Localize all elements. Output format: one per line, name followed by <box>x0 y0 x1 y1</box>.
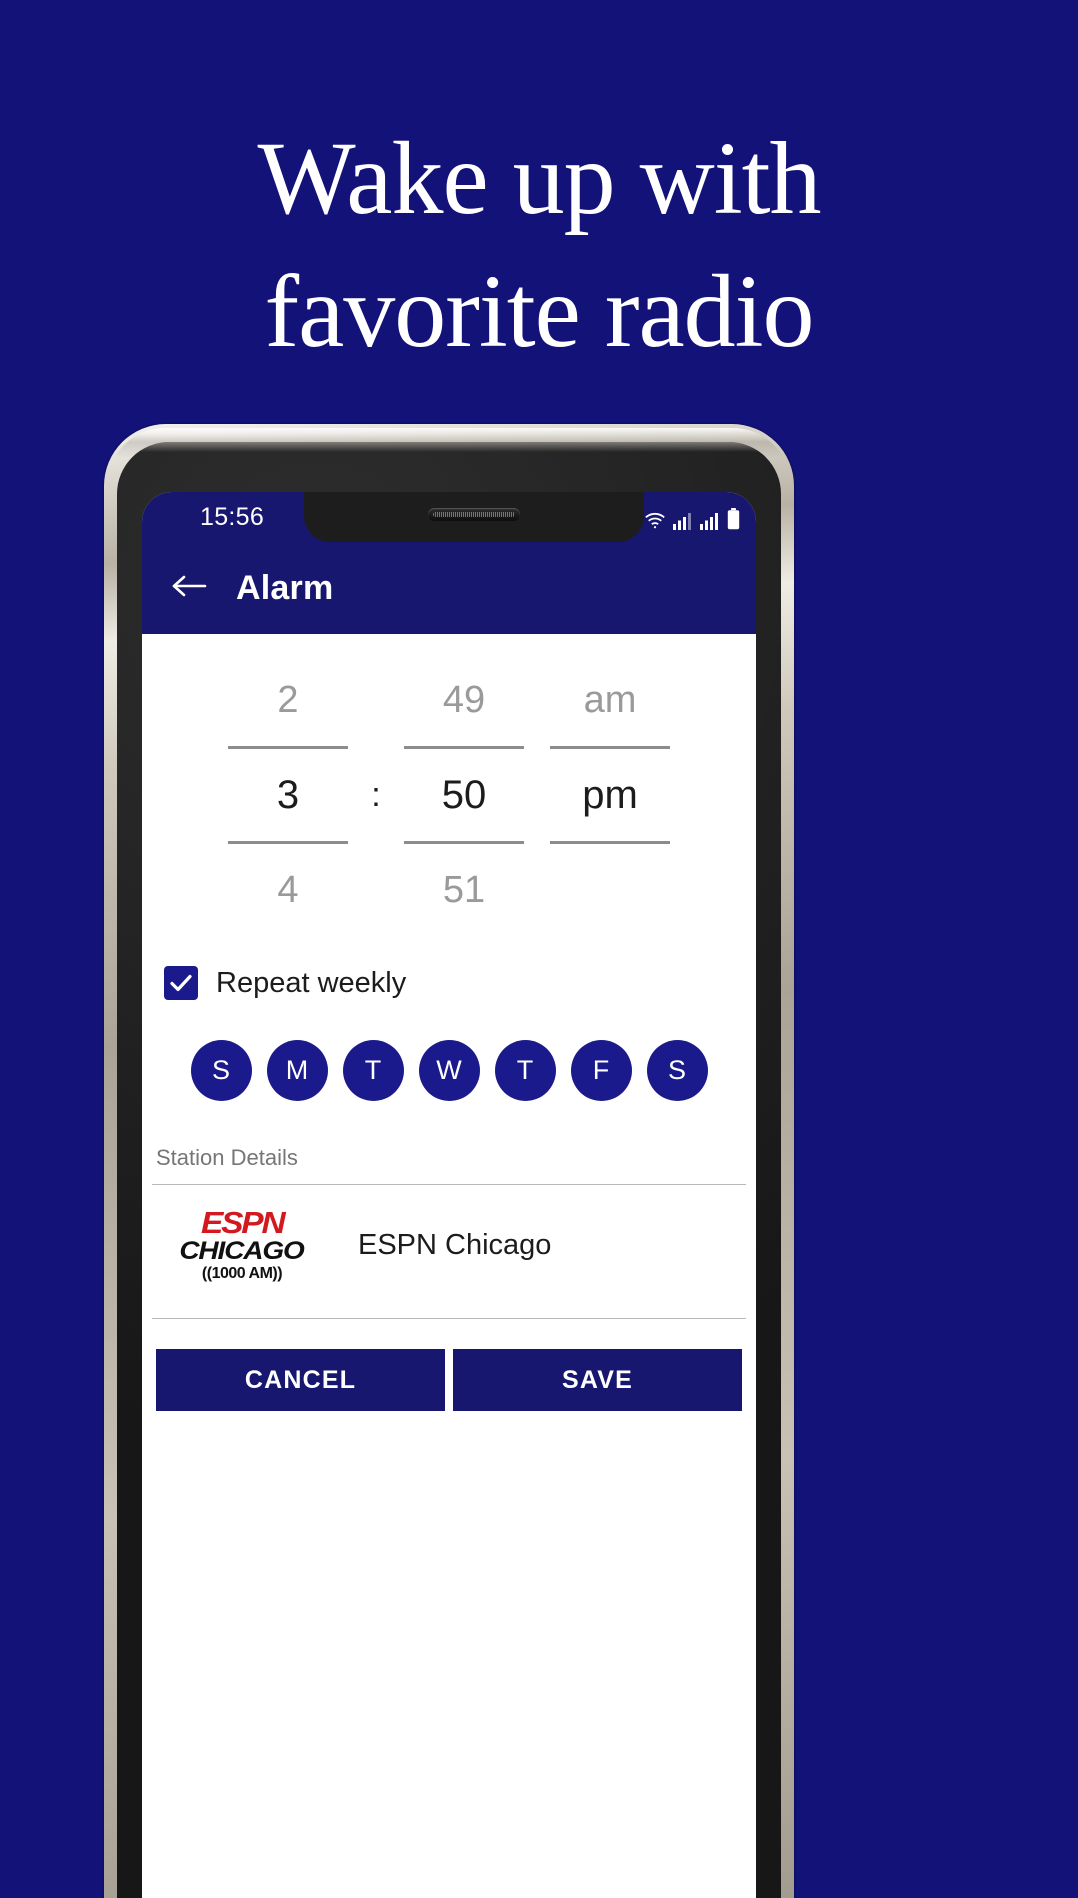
phone-body: 15:56 Alarm 2 3 4: 49 50 51 am pm Repea… <box>117 442 781 1898</box>
promo-screenshot: Wake up with favorite radio 15:56 Alarm … <box>0 0 1078 1898</box>
app-bar-title: Alarm <box>236 568 334 607</box>
cancel-button[interactable]: CANCEL <box>156 1349 445 1411</box>
signal-bars-icon <box>673 512 693 530</box>
meridiem-picker[interactable]: am pm <box>537 654 683 936</box>
station-details-label: Station Details <box>156 1145 298 1170</box>
repeat-weekly-label: Repeat weekly <box>216 966 407 999</box>
battery-icon <box>727 508 740 530</box>
wifi-icon <box>644 511 666 530</box>
day-selector: S M T W T F S <box>142 1040 756 1101</box>
signal-bars-icon <box>700 512 720 530</box>
check-icon <box>169 973 193 993</box>
hour-next-value[interactable]: 4 <box>215 844 361 936</box>
phone-mockup: 15:56 Alarm 2 3 4: 49 50 51 am pm Repea… <box>104 424 794 1898</box>
alarm-content: 2 3 4 : 49 50 51 am pm Repeat weekly S M… <box>142 634 756 1898</box>
hour-selected-value[interactable]: 3 <box>215 749 361 841</box>
repeat-weekly-checkbox[interactable] <box>164 966 198 1000</box>
headline-line-2: favorite radio <box>264 254 814 369</box>
phone-screen: 15:56 Alarm 2 3 4: 49 50 51 am pm Repea… <box>142 492 756 1898</box>
back-arrow-icon <box>170 571 208 606</box>
day-toggle-wednesday[interactable]: W <box>418 1040 480 1101</box>
meridiem-selected-value[interactable]: pm <box>537 749 683 841</box>
station-name: ESPN Chicago <box>358 1228 552 1261</box>
save-button[interactable]: SAVE <box>453 1349 742 1411</box>
day-toggle-saturday[interactable]: S <box>646 1040 708 1101</box>
logo-text-espn: ESPN <box>200 1205 286 1240</box>
day-toggle-sunday[interactable]: S <box>190 1040 252 1101</box>
app-bar: Alarm <box>142 542 756 634</box>
phone-notch <box>304 492 644 542</box>
headline-line-1: Wake up with <box>257 121 821 236</box>
logo-text-chicago: CHICAGO <box>179 1237 306 1265</box>
minute-prev-value[interactable]: 49 <box>391 654 537 746</box>
time-separator: : <box>361 654 391 841</box>
minute-selected-value[interactable]: 50 <box>391 749 537 841</box>
colon-label: : <box>371 776 381 814</box>
day-toggle-friday[interactable]: F <box>570 1040 632 1101</box>
station-row[interactable]: ESPN CHICAGO ((1000 AM)) ESPN Chicago <box>152 1185 746 1305</box>
station-divider-bottom <box>152 1318 746 1319</box>
earpiece-speaker-icon <box>428 508 520 521</box>
status-bar-clock: 15:56 <box>200 503 265 531</box>
day-toggle-thursday[interactable]: T <box>494 1040 556 1101</box>
day-toggle-monday[interactable]: M <box>266 1040 328 1101</box>
page-title: Wake up with favorite radio <box>0 112 1078 378</box>
action-buttons: CANCEL SAVE <box>156 1349 742 1411</box>
hour-prev-value[interactable]: 2 <box>215 654 361 746</box>
hour-picker[interactable]: 2 3 4 <box>215 654 361 936</box>
repeat-weekly-row[interactable]: Repeat weekly <box>164 966 756 1000</box>
espn-chicago-logo-icon: ESPN CHICAGO ((1000 AM)) <box>162 1205 322 1282</box>
logo-text-frequency: ((1000 AM)) <box>201 1265 283 1282</box>
minute-picker[interactable]: 49 50 51 <box>391 654 537 936</box>
minute-next-value[interactable]: 51 <box>391 844 537 936</box>
meridiem-prev-value[interactable]: am <box>537 654 683 746</box>
time-picker: 2 3 4 : 49 50 51 am pm <box>142 634 756 944</box>
day-toggle-tuesday[interactable]: T <box>342 1040 404 1101</box>
meridiem-next-value[interactable] <box>537 844 683 936</box>
back-button[interactable] <box>158 557 220 619</box>
